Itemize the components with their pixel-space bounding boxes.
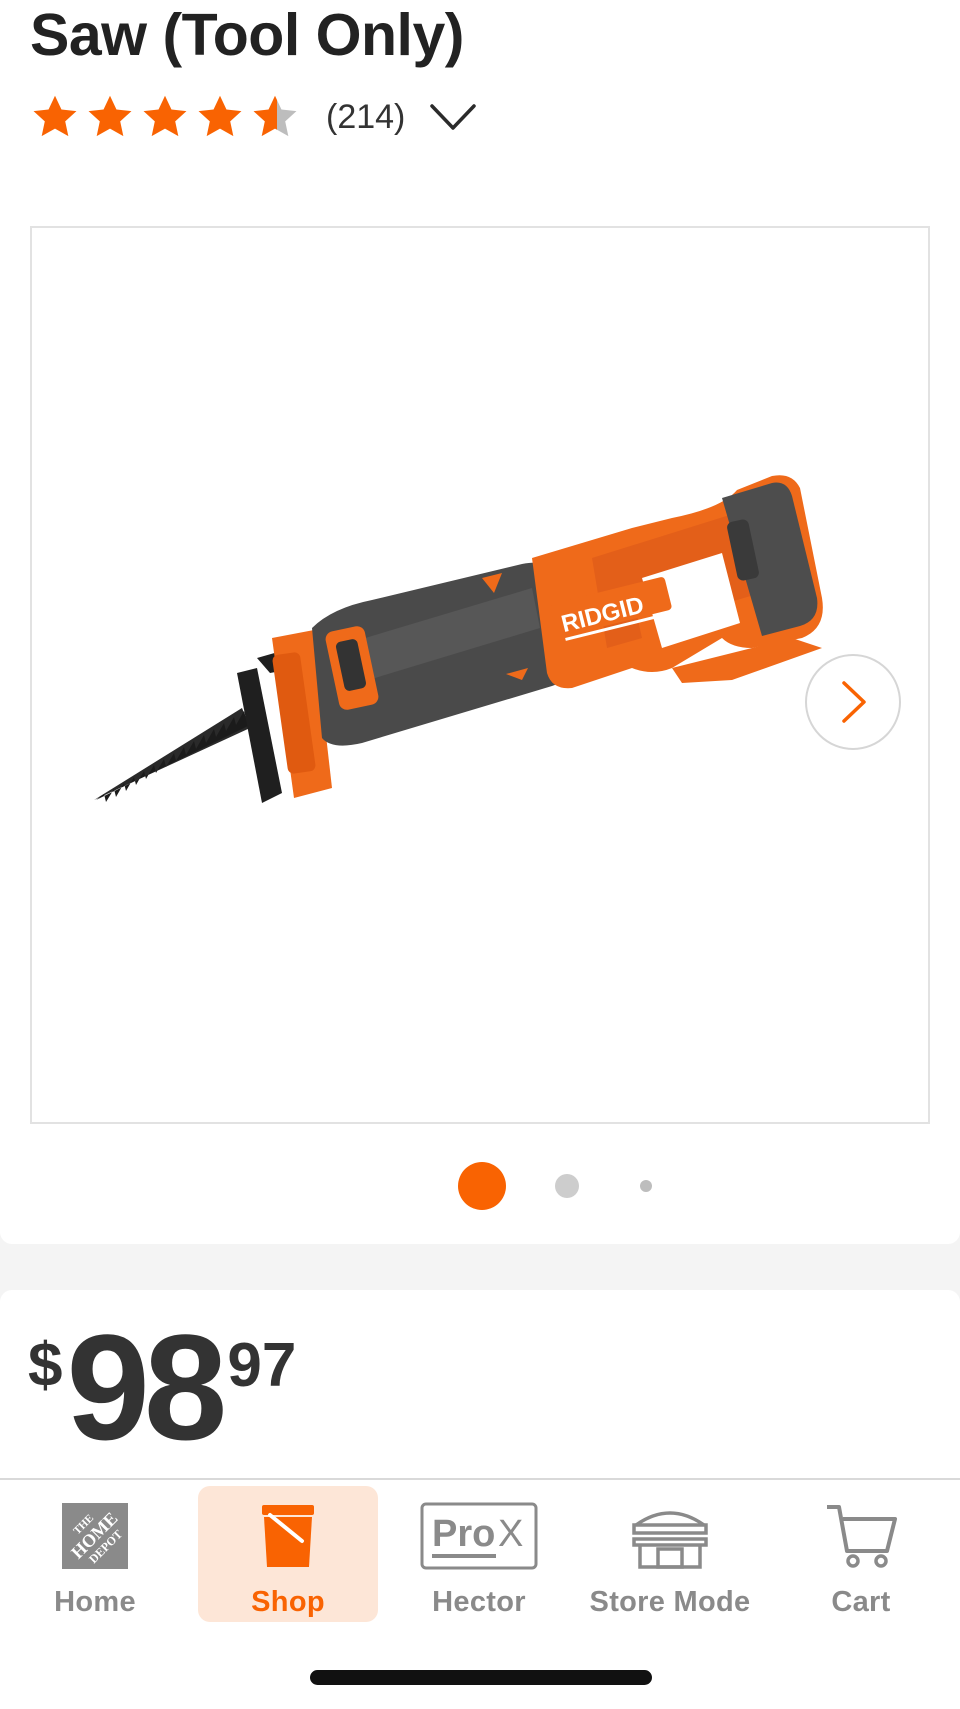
cart-icon (823, 1496, 899, 1576)
chevron-right-icon (842, 681, 866, 723)
nav-label: Shop (251, 1586, 325, 1618)
product-summary-card: Saw (Tool Only) (214) RIDGID (0, 0, 960, 1244)
nav-store-mode[interactable]: Store Mode (580, 1486, 760, 1622)
star-icon (143, 95, 187, 137)
nav-label: Cart (831, 1586, 891, 1618)
price-cents: 97 (227, 1331, 297, 1400)
nav-hector[interactable]: Pro X Hector (389, 1486, 569, 1622)
nav-shop[interactable]: Shop (198, 1486, 378, 1622)
half-star-icon (253, 95, 297, 137)
star-icon (88, 95, 132, 137)
nav-home[interactable]: THE HOME DEPOT Home (5, 1486, 185, 1622)
home-depot-logo-icon: THE HOME DEPOT (60, 1496, 130, 1576)
carousel-pagination (0, 1160, 960, 1212)
price-card: $ 98 97 (0, 1290, 960, 1480)
svg-text:Pro: Pro (432, 1513, 495, 1555)
rating-row[interactable]: (214) (30, 92, 479, 142)
pagination-dot-active[interactable] (458, 1162, 506, 1210)
pagination-dot[interactable] (640, 1180, 652, 1192)
nav-label: Hector (432, 1586, 526, 1618)
prox-icon: Pro X (420, 1496, 538, 1576)
star-icon (33, 95, 77, 137)
svg-text:X: X (498, 1513, 523, 1555)
nav-label: Store Mode (589, 1586, 751, 1618)
pagination-dot[interactable] (555, 1174, 579, 1198)
price-dollars: 98 (66, 1303, 227, 1471)
next-image-button[interactable] (805, 654, 901, 750)
nav-label: Home (54, 1586, 136, 1618)
star-rating (30, 92, 300, 142)
home-indicator[interactable] (310, 1670, 652, 1685)
store-icon (630, 1496, 710, 1576)
chevron-down-icon[interactable] (427, 97, 479, 137)
price-currency: $ (28, 1331, 63, 1400)
product-image-carousel[interactable]: RIDGID (30, 226, 930, 1124)
star-icon (198, 95, 242, 137)
bucket-icon (256, 1496, 320, 1576)
product-title: Saw (Tool Only) (30, 2, 464, 68)
review-count[interactable]: (214) (326, 98, 405, 137)
product-price: $ 98 97 (28, 1312, 296, 1462)
nav-cart[interactable]: Cart (771, 1486, 951, 1622)
reciprocating-saw-image: RIDGID (94, 475, 823, 803)
